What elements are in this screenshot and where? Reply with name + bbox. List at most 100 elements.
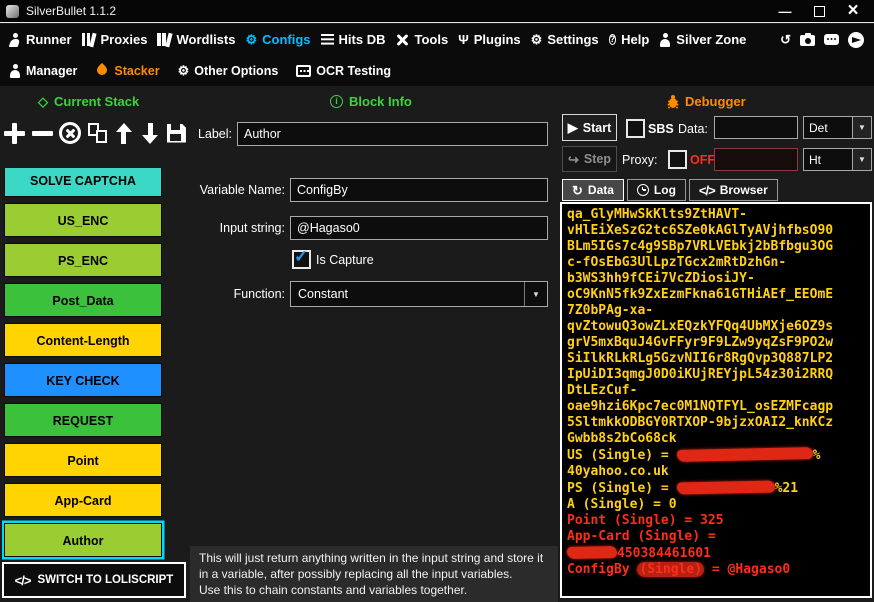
check-icon: ✓ (294, 247, 308, 267)
data-input[interactable] (714, 116, 798, 139)
titlebar: SilverBullet 1.1.2 — × (0, 0, 874, 23)
bug-icon (666, 95, 679, 109)
proxy-input[interactable] (714, 148, 798, 171)
tab-data[interactable]: ↻Data (562, 179, 624, 201)
submenu-item-label: Manager (26, 64, 77, 78)
camera-icon (800, 35, 815, 46)
menu-item-plugins[interactable]: ΨPlugins (458, 32, 520, 47)
close-button[interactable]: × (838, 1, 868, 21)
log-text: 40yahoo.co.uk (567, 464, 669, 479)
input-string-input[interactable] (290, 216, 548, 240)
menu-item-tools[interactable]: Tools (395, 32, 448, 47)
camera-button[interactable] (800, 33, 815, 46)
stack-block-ps-enc[interactable]: PS_ENC (4, 243, 162, 277)
wrench-icon (395, 33, 409, 47)
variable-name-caption: Variable Name: (191, 183, 285, 197)
submenu-item-label: Other Options (194, 64, 278, 78)
start-button-label: Start (583, 121, 611, 135)
block-info-title: Block Info (349, 94, 412, 109)
move-down-button[interactable] (140, 123, 160, 144)
log-text: qa_GlyMHwSkKlts9ZtHAVT- (567, 207, 747, 222)
function-dropdown[interactable]: Constant ▼ (290, 281, 548, 307)
step-button[interactable]: ↪ Step (562, 146, 617, 172)
copy-icon (88, 123, 107, 143)
tab-browser[interactable]: </>Browser (689, 179, 778, 201)
log-line: BLm5IGs7c4g9SBp7VRLVEbkj2bBfbgu3OG (567, 239, 870, 255)
submenu-item-ocr-testing[interactable]: OCR Testing (296, 64, 391, 78)
submenu-item-manager[interactable]: Manager (9, 64, 77, 78)
block-info-header: i Block Info (330, 94, 412, 109)
telegram-icon (848, 32, 864, 48)
maximize-button[interactable] (804, 1, 834, 21)
sbs-label: SBS (648, 122, 678, 136)
submenu-item-stacker[interactable]: Stacker (95, 64, 159, 78)
menu-item-label: Plugins (474, 32, 521, 47)
switch-to-loliscript-button[interactable]: </> SWITCH TO LOLISCRIPT (2, 562, 186, 598)
log-line: b3WS3hh9fCEi7VcZDiosiJY- (567, 271, 870, 287)
log-line: 450384461601 (567, 545, 870, 562)
minimize-button[interactable]: — (770, 1, 800, 21)
log-text: grV5mxBquJ4GvFFyr9F9LZw9yqZsF9PO2w (567, 335, 833, 350)
log-line: c-fOsEbG3UlLpzTGcx2mRtDzhGn- (567, 255, 870, 271)
log-line: IpUiDI3qmgJ0D0iKUjREYjpL54z30i2RRQ (567, 367, 870, 383)
submenu-item-other-options[interactable]: ⚙Other Options (178, 64, 279, 78)
stack-toolbar (4, 113, 186, 153)
menu-item-settings[interactable]: ⚙Settings (531, 32, 599, 47)
stack-block-author[interactable]: Author (4, 523, 162, 557)
menu-item-help[interactable]: ?Help (609, 32, 650, 47)
menu-item-configs[interactable]: ⚙Configs (245, 32, 310, 47)
menu-item-wordlists[interactable]: Wordlists (157, 32, 235, 47)
debugger-log-output[interactable]: qa_GlyMHwSkKlts9ZtHAVT-vHlEiXeSzG2tc6SZe… (560, 202, 872, 598)
menu-item-label: Silver Zone (676, 32, 746, 47)
save-stack-button[interactable] (167, 124, 186, 143)
log-line: 5SltmkkODBGY0RTXOP-9bjzxOAI2_knKCz (567, 415, 870, 431)
clone-block-button[interactable] (88, 123, 107, 143)
history-icon: ↺ (780, 33, 791, 46)
remove-block-button[interactable] (32, 123, 53, 144)
function-value: Constant (291, 287, 524, 301)
stack-block-post-data[interactable]: Post_Data (4, 283, 162, 317)
proxy-type-dropdown[interactable]: Ht ▼ (803, 148, 872, 171)
redaction-scribble (676, 447, 812, 462)
proxy-checkbox[interactable] (668, 150, 687, 169)
stack-block-app-card[interactable]: App-Card (4, 483, 162, 517)
menu-item-silver-zone[interactable]: Silver Zone (659, 32, 746, 47)
telegram-button[interactable] (848, 32, 864, 48)
menu-item-label: Hits DB (339, 32, 386, 47)
disable-block-button[interactable] (59, 122, 81, 144)
chat-button[interactable] (824, 34, 839, 45)
menu-item-proxies[interactable]: Proxies (82, 32, 148, 47)
main-menu: Runner Proxies Wordlists ⚙Configs Hits DB Too… (0, 24, 874, 55)
lines-icon (321, 34, 334, 46)
chevron-down-icon[interactable]: ▼ (853, 148, 872, 171)
variable-name-input[interactable] (290, 178, 548, 202)
tab-log[interactable]: Log (627, 179, 686, 201)
menu-item-hits-db[interactable]: Hits DB (321, 32, 386, 47)
menu-item-runner[interactable]: Runner (8, 32, 72, 47)
is-capture-checkbox[interactable]: ✓ (292, 250, 311, 269)
add-block-button[interactable] (4, 123, 25, 144)
stack-block-point[interactable]: Point (4, 443, 162, 477)
label-input[interactable] (237, 122, 548, 146)
data-type-dropdown[interactable]: Det ▼ (803, 116, 872, 139)
stack-block-key-check[interactable]: KEY CHECK (4, 363, 162, 397)
log-text: b3WS3hh9fCEi7VcZDiosiJY- (567, 271, 755, 286)
menu-item-label: Help (621, 32, 649, 47)
stack-block-request[interactable]: REQUEST (4, 403, 162, 437)
window-controls: — × (770, 1, 868, 21)
move-up-button[interactable] (114, 123, 134, 144)
current-stack-title: Current Stack (54, 94, 139, 109)
arrow-up-icon (114, 123, 134, 144)
log-text: US (Single) = (567, 448, 677, 463)
log-line: oC9KnN5fk9ZxEzmFkna61GTHiAEf_EEOmE (567, 287, 870, 303)
label-caption: Label: (186, 127, 232, 141)
data-type-value: Det (803, 116, 853, 139)
start-button[interactable]: ▶ Start (562, 114, 617, 141)
stack-block-solve-captcha[interactable]: SOLVE CAPTCHA (4, 168, 162, 197)
stack-block-us-enc[interactable]: US_ENC (4, 203, 162, 237)
sbs-checkbox[interactable] (626, 119, 645, 138)
history-button[interactable]: ↺ (780, 33, 791, 46)
chevron-down-icon[interactable]: ▼ (853, 116, 872, 139)
play-icon: ▶ (568, 121, 578, 134)
stack-block-content-length[interactable]: Content-Length (4, 323, 162, 357)
